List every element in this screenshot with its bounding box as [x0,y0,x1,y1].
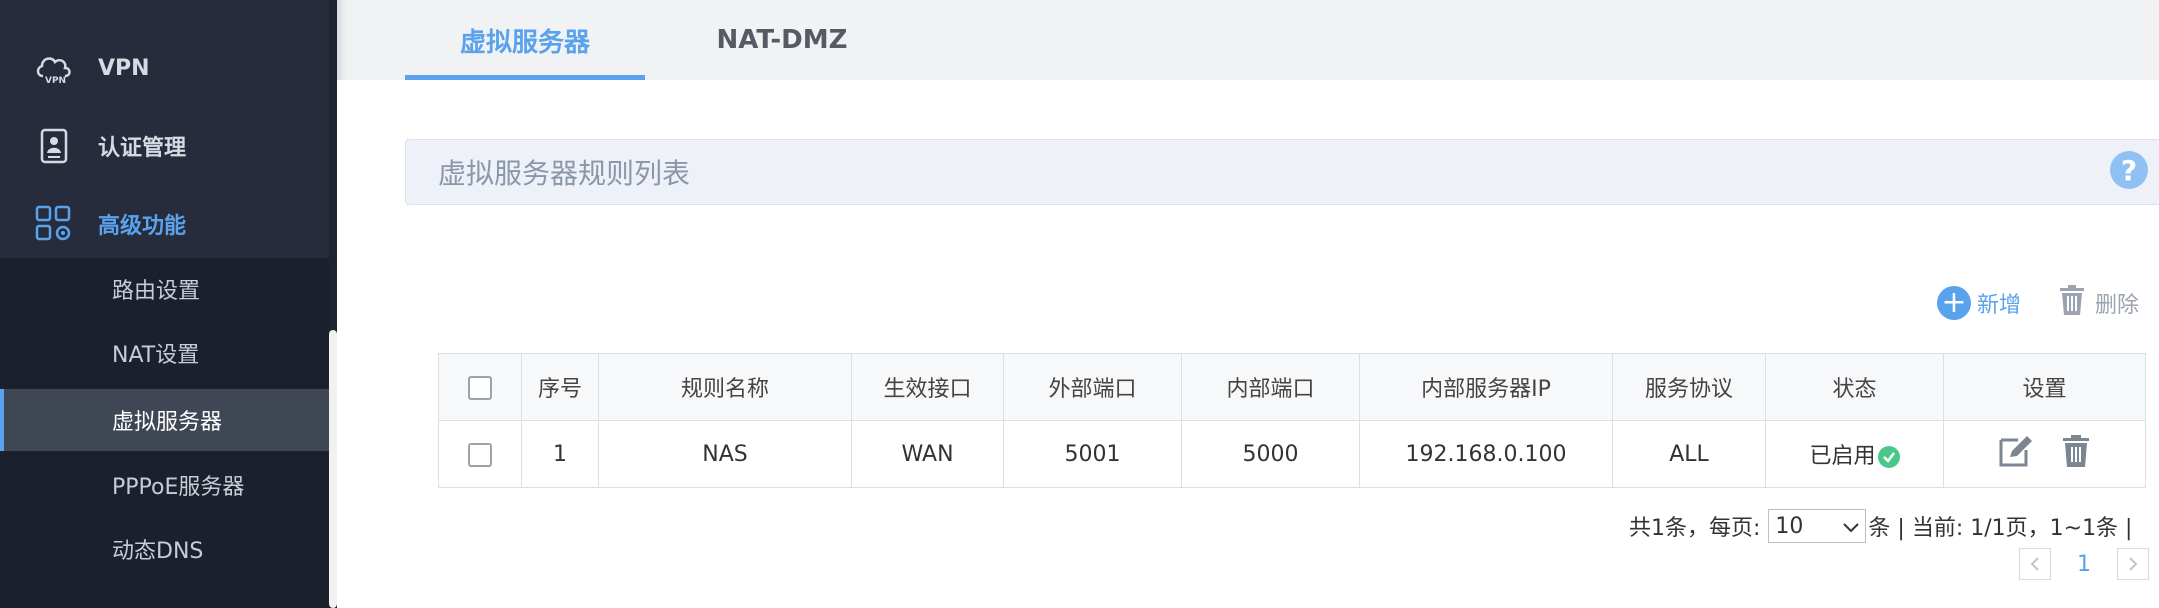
prev-page-button[interactable] [2019,548,2051,580]
header-cell: 内部端口 [1181,353,1360,421]
cell-index: 1 [521,420,599,488]
page-size-value: 10 [1775,513,1804,539]
row-checkbox[interactable] [468,442,492,467]
submenu-item-routing[interactable]: 路由设置 [0,258,329,320]
pagination-prefix: 共1条，每页: [1629,516,1761,541]
header-select-all [438,353,522,421]
cell-protocol: ALL [1612,420,1766,488]
header-cell: 生效接口 [851,353,1004,421]
header-cell: 序号 [521,353,599,421]
chevron-left-icon [2030,557,2039,571]
header-cell: 规则名称 [598,353,852,421]
header-cell: 状态 [1765,353,1944,421]
submenu-item-label: NAT设置 [112,343,200,368]
submenu-item-label: 路由设置 [112,279,201,304]
vpn-cloud-icon: VPN [34,49,74,89]
tab-nat-dmz[interactable]: NAT-DMZ [662,0,902,80]
rules-table: 序号 规则名称 生效接口 外部端口 内部端口 内部服务器IP 服务协议 状态 设… [438,353,2146,488]
cell-interface: WAN [851,420,1004,488]
cell-status: 已启用 [1765,420,1944,488]
sidebar-submenu: 路由设置 NAT设置 虚拟服务器 PPPoE服务器 动态DNS [0,258,337,608]
header-cell: 服务协议 [1612,353,1766,421]
help-icon[interactable]: ? [2110,151,2148,189]
table-header-row: 序号 规则名称 生效接口 外部端口 内部端口 内部服务器IP 服务协议 状态 设… [438,353,2146,421]
submenu-item-ddns[interactable]: 动态DNS [0,518,329,580]
sidebar-item-advanced[interactable]: 高级功能 [0,185,329,262]
trash-icon[interactable] [2061,434,2091,474]
submenu-item-virtual-server[interactable]: 虚拟服务器 [0,389,329,451]
check-circle-icon [1877,446,1900,468]
tab-label: 虚拟服务器 [459,27,590,58]
panel-header: 虚拟服务器规则列表 [405,139,2159,205]
next-page-button[interactable] [2117,548,2149,580]
chevron-down-icon [1843,514,1860,539]
sidebar-item-label: VPN [98,56,150,81]
sidebar-item-label: 认证管理 [98,135,187,161]
status-text: 已启用 [1809,444,1876,469]
submenu-item-label: PPPoE服务器 [112,475,245,500]
pager: 1 [2019,548,2149,580]
sidebar-item-auth[interactable]: 认证管理 [0,107,329,184]
id-badge-icon [34,126,74,166]
submenu-item-label: 动态DNS [112,539,204,564]
apps-gear-icon [34,204,74,244]
submenu-item-label: 虚拟服务器 [112,410,223,435]
table-row: 1 NAS WAN 5001 5000 192.168.0.100 ALL 已启… [438,420,2146,488]
sidebar-item-label: 高级功能 [98,213,187,239]
submenu-item-pppoe[interactable]: PPPoE服务器 [0,454,329,516]
tab-bar: 虚拟服务器 NAT-DMZ [337,0,2159,80]
page-size-select[interactable]: 10 [1768,509,1867,543]
plus-circle-icon: + [1937,286,1971,320]
edit-icon[interactable] [1998,434,2034,474]
header-cell: 内部服务器IP [1359,353,1613,421]
cell-int-port: 5000 [1181,420,1360,488]
cell-ext-port: 5001 [1003,420,1182,488]
svg-text:VPN: VPN [45,76,66,86]
sidebar: VPN VPN 认证管理 高级功能 路由设置 NAT设置 虚拟服务器 PPPoE… [0,0,337,608]
cell-actions [1943,420,2146,488]
panel-title: 虚拟服务器规则列表 [438,157,691,190]
delete-button[interactable]: 删除 [2057,283,2139,323]
row-select-cell [438,420,522,488]
select-all-checkbox[interactable] [468,375,492,400]
pagination-info: 共1条，每页: 10 条 | 当前: 1/1页，1~1条 | [1629,509,2132,543]
tab-label: NAT-DMZ [716,25,848,55]
sidebar-item-vpn[interactable]: VPN VPN [0,30,329,107]
main-area: 虚拟服务器 NAT-DMZ 虚拟服务器规则列表 ? + 新增 删除 序号 规则名… [337,0,2159,608]
header-cell: 设置 [1943,353,2146,421]
sidebar-partial-item [34,0,60,10]
tab-virtual-server[interactable]: 虚拟服务器 [405,0,645,80]
submenu-item-nat[interactable]: NAT设置 [0,322,329,384]
content-panel: 虚拟服务器规则列表 ? + 新增 删除 序号 规则名称 生效接口 外部端口 内部… [337,80,2159,608]
add-button[interactable]: + 新增 [1937,283,2021,323]
help-icon-glyph: ? [2120,153,2138,187]
cell-server-ip: 192.168.0.100 [1359,420,1613,488]
chevron-right-icon [2129,557,2138,571]
delete-button-label: 删除 [2095,293,2140,318]
pagination-suffix: 条 | 当前: 1/1页，1~1条 | [1868,516,2133,541]
sidebar-scrollbar-thumb[interactable] [329,330,337,608]
cell-name: NAS [598,420,852,488]
header-cell: 外部端口 [1003,353,1182,421]
chevron-icon [34,0,60,4]
trash-icon [2057,284,2087,322]
current-page-number[interactable]: 1 [2077,552,2091,577]
add-button-label: 新增 [1977,293,2022,318]
